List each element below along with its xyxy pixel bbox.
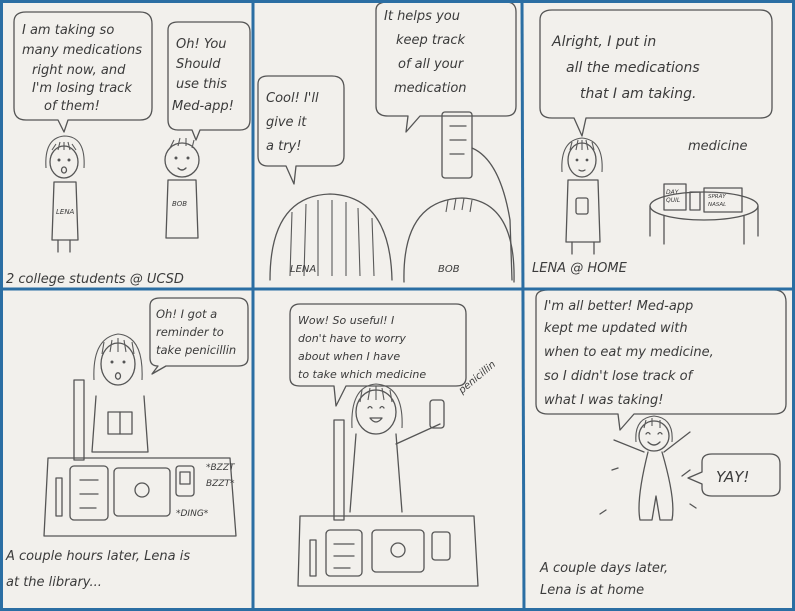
shirt-label: LENA [56,208,75,216]
line: I am taking so [22,23,114,38]
yay-text: YAY! [716,468,749,486]
speech-text: I'm all better! Med-app kept me updated … [544,299,718,408]
sfx-buzz: *BZZT BZZT* [206,463,237,489]
speech-text: Cool! I'll give it a try! [266,91,323,154]
line: to take which medicine [298,368,426,381]
library-desk [297,515,479,587]
line: Med-app! [172,99,234,114]
speech-text: It helps you keep track of all your medi… [384,9,469,96]
medicine-note: medicine [688,139,748,154]
medicine-table: DAY QUIL SPRAY NASAL [649,183,759,245]
line: when to eat my medicine, [544,345,714,360]
line: a try! [266,139,301,154]
panel-5: Wow! So useful! I don't have to worry ab… [289,303,498,587]
character-bob: BOB [164,137,200,239]
panel-4: Oh! I got a reminder to take penicillin [5,297,249,590]
caption: A couple days later, Lena is at home [539,561,672,598]
comic-strip: I am taking so many medications right no… [0,0,795,611]
line: I'm losing track [32,81,132,96]
caption: LENA @ HOME [532,261,628,276]
speech-text: Oh! I got a reminder to take penicillin [156,307,236,357]
head-label: LENA [290,264,316,275]
line: Oh! You [176,37,227,52]
line: kept me updated with [544,321,688,336]
shirt-label: BOB [172,200,187,208]
line: Should [176,57,221,72]
panel-2: Cool! I'll give it a try! It helps you k… [257,1,517,283]
panel-1: I am taking so many medications right no… [6,11,251,287]
line: keep track [396,33,465,48]
phone [441,111,513,281]
line: about when I have [298,350,400,363]
line: medication [394,81,467,96]
panel-6: I'm all better! Med-app kept me updated … [535,289,787,598]
character-lena [599,415,697,521]
line: right now, and [32,63,126,78]
sfx-ding: *DING* [176,509,209,519]
line: what I was taking! [544,393,663,408]
line: Oh! I got a [156,307,217,321]
panel-3: Alright, I put in all the medications th… [532,9,773,276]
penicillin-note: penicillin [456,359,498,397]
character-lena: LENA [269,193,393,281]
line: so I didn't lose track of [544,369,695,384]
line: all the medications [566,60,700,76]
character-lena: LENA [45,135,85,253]
line: reminder to [156,325,224,339]
box-label: SPRAY NASAL [708,194,726,208]
head-label: BOB [438,264,460,275]
line: It helps you [384,9,460,24]
line: give it [266,115,307,130]
caption: A couple hours later, Lena is at the lib… [5,549,194,590]
line: many medications [22,43,142,58]
character-lena [561,137,603,255]
character-bob: BOB [403,197,515,283]
line: Wow! So useful! I [298,314,394,327]
speech-text: Wow! So useful! I don't have to worry ab… [298,314,426,381]
line: I'm all better! Med-app [544,299,693,314]
line: Alright, I put in [551,34,656,50]
speech-text: Oh! You Should use this Med-app! [172,37,234,114]
line: don't have to worry [298,332,406,345]
box-label: DAY QUIL [666,189,680,204]
speech-text: I am taking so many medications right no… [22,23,146,114]
caption: 2 college students @ UCSD [6,272,184,287]
character-lena [333,383,445,521]
character-lena [91,333,149,453]
line: Cool! I'll [266,91,319,106]
line: take penicillin [156,343,236,357]
line: that I am taking. [580,86,696,102]
comic-page: I am taking so many medications right no… [0,0,795,611]
speech-text: Alright, I put in all the medications th… [551,34,704,102]
line: use this [176,77,227,92]
line: of them! [44,99,100,114]
line: of all your [398,57,465,72]
